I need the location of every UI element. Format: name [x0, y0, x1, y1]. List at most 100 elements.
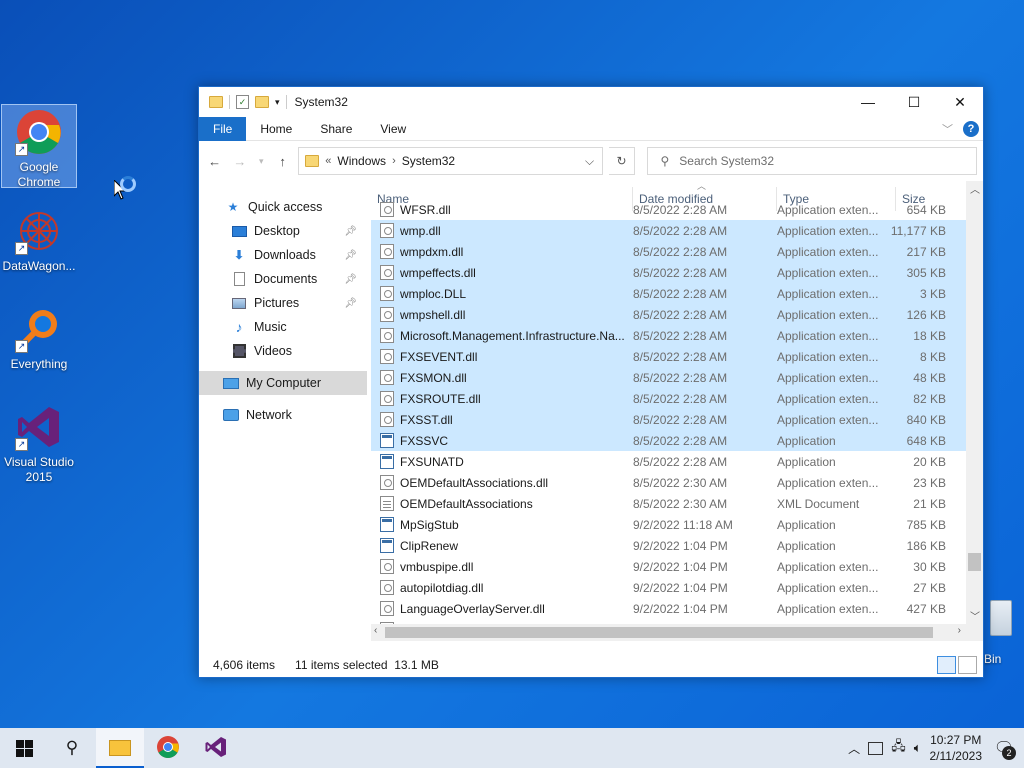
file-date: 9/2/2022 11:18 AM	[633, 517, 733, 532]
large-icons-view-button[interactable]	[958, 656, 977, 674]
chevron-down-icon[interactable]: ▾	[275, 97, 280, 108]
desktop-icon-datawagon[interactable]: ↗ DataWagon...	[1, 204, 77, 274]
nav-item-desktop[interactable]: Desktop 📌︎	[199, 219, 367, 243]
file-row[interactable]: OEMDefaultAssociations.dll 8/5/2022 2:30 …	[371, 472, 983, 493]
forward-button[interactable]: →	[230, 149, 249, 173]
nav-item-my-computer[interactable]: My Computer	[199, 371, 367, 395]
show-hidden-icons-icon[interactable]: ︿	[848, 740, 860, 757]
chevron-down-icon[interactable]: ⌵	[578, 154, 602, 169]
nav-item-quick-access[interactable]: ★ Quick access	[199, 195, 367, 219]
file-row[interactable]: vmbuspipe.dll 9/2/2022 1:04 PM Application…	[371, 556, 983, 577]
recent-locations-icon[interactable]: ▾	[255, 149, 267, 173]
download-icon: ⬇	[233, 248, 245, 262]
pin-icon[interactable]: 📌︎	[344, 226, 357, 237]
up-button[interactable]: ↑	[273, 149, 292, 173]
scrollbar-thumb[interactable]	[968, 553, 981, 571]
file-type: Application exten...	[777, 601, 879, 616]
breadcrumb-system32[interactable]: System32	[402, 154, 455, 168]
search-input[interactable]: ⚲ Search System32	[647, 147, 977, 175]
clock[interactable]: 10:27 PM 2/11/2023	[930, 732, 983, 764]
search-placeholder: Search System32	[679, 154, 774, 168]
desktop-icon-chrome[interactable]: ↗ Google Chrome	[1, 104, 77, 189]
nav-item-videos[interactable]: Videos	[199, 339, 367, 363]
file-row[interactable]: FXSST.dll 8/5/2022 2:28 AM Application ext…	[371, 409, 983, 430]
title-bar[interactable]: ✓ ▾ System32 — ☐ ✕	[199, 87, 983, 117]
file-row[interactable]: wmpdxm.dll 8/5/2022 2:28 AM Application ex…	[371, 241, 983, 262]
dll-file-icon	[380, 244, 394, 259]
notification-count: 2	[1002, 746, 1016, 760]
tab-file[interactable]: File	[199, 116, 247, 141]
scroll-up-icon[interactable]: ︿	[970, 181, 980, 196]
file-row[interactable]: FXSUNATD 8/5/2022 2:28 AM Application 20 KB	[371, 451, 983, 472]
chevron-right-icon: ›	[392, 155, 396, 167]
pin-icon[interactable]: 📌︎	[344, 250, 357, 261]
file-row[interactable]: WFSR.dll 8/5/2022 2:28 AM Application exte…	[371, 199, 983, 220]
file-row[interactable]: wmpshell.dll 8/5/2022 2:28 AM Application …	[371, 304, 983, 325]
pin-icon[interactable]: 📌︎	[344, 274, 357, 285]
file-name: FXSST.dll	[400, 412, 453, 427]
taskbar-file-explorer[interactable]	[96, 728, 144, 768]
application-file-icon	[380, 454, 394, 469]
volume-icon[interactable]: 🔈︎	[914, 740, 922, 756]
file-row[interactable]: FXSEVENT.dll 8/5/2022 2:28 AM Application …	[371, 346, 983, 367]
nav-item-network[interactable]: Network	[199, 403, 367, 427]
expand-ribbon-icon[interactable]: ﹀	[942, 121, 953, 137]
file-row[interactable]: MpSigStub 9/2/2022 11:18 AM Application 785…	[371, 514, 983, 535]
address-bar[interactable]: « Windows › System32 ⌵	[298, 147, 603, 175]
file-row[interactable]: OEMDefaultAssociations 8/5/2022 2:30 AM XM…	[371, 493, 983, 514]
breadcrumb-windows[interactable]: Windows	[337, 154, 386, 168]
taskbar-visual-studio[interactable]	[192, 728, 240, 768]
nav-item-music[interactable]: ♪ Music	[199, 315, 367, 339]
scroll-right-icon[interactable]: ›	[958, 625, 961, 636]
maximize-icon: ☐	[907, 93, 921, 110]
scroll-down-icon[interactable]: ﹀	[970, 608, 980, 623]
file-row[interactable]: FXSSVC 8/5/2022 2:28 AM Application 648 KB	[371, 430, 983, 451]
overflow-icon[interactable]: «	[325, 155, 331, 167]
tab-home[interactable]: Home	[246, 117, 306, 141]
nav-item-pictures[interactable]: Pictures 📌︎	[199, 291, 367, 315]
network-icon[interactable]: 🖧︎	[891, 737, 906, 759]
file-row[interactable]: wmploc.DLL 8/5/2022 2:28 AM Application ex…	[371, 283, 983, 304]
file-row[interactable]: autopilotdiag.dll 9/2/2022 1:04 PM Applica…	[371, 577, 983, 598]
tab-view[interactable]: View	[366, 117, 420, 141]
tab-share[interactable]: Share	[306, 117, 366, 141]
back-button[interactable]: ←	[205, 149, 224, 173]
nav-item-documents[interactable]: Documents 📌︎	[199, 267, 367, 291]
desktop-icon-visual-studio[interactable]: ↗ Visual Studio 2015	[1, 400, 77, 485]
file-row[interactable]: wmpeffects.dll 8/5/2022 2:28 AM Applicatio…	[371, 262, 983, 283]
desktop-icon-recycle-bin[interactable]: Bin	[984, 600, 1024, 666]
scroll-left-icon[interactable]: ‹	[374, 625, 377, 636]
minimize-button[interactable]: —	[845, 87, 891, 117]
nav-item-label: Quick access	[248, 200, 323, 214]
action-center-button[interactable]: 🗨︎ 2	[990, 734, 1018, 762]
file-row[interactable]: LanguageOverlayServer.dll 9/2/2022 1:04 P…	[371, 598, 983, 619]
scrollbar-thumb[interactable]	[385, 627, 933, 638]
file-row[interactable]: FXSROUTE.dll 8/5/2022 2:28 AM Application …	[371, 388, 983, 409]
refresh-button[interactable]: ↻	[608, 147, 636, 175]
file-name-cell: LanguageOverlayServer.dll	[372, 601, 627, 616]
properties-icon[interactable]: ✓	[236, 95, 249, 109]
start-button[interactable]	[0, 728, 48, 768]
nav-item-downloads[interactable]: ⬇ Downloads 📌︎	[199, 243, 367, 267]
help-icon[interactable]: ?	[963, 120, 979, 137]
details-view-button[interactable]	[937, 656, 956, 674]
security-icon[interactable]	[868, 741, 884, 755]
desktop-icon-everything[interactable]: ↗ Everything	[1, 302, 77, 372]
folder-icon	[305, 155, 320, 167]
file-row[interactable]: ClipRenew 9/2/2022 1:04 PM Application 186 …	[371, 535, 983, 556]
file-row[interactable]: FXSMON.dll 8/5/2022 2:28 AM Application ex…	[371, 367, 983, 388]
maximize-button[interactable]: ☐	[891, 87, 937, 117]
file-name: wmpdxm.dll	[400, 244, 464, 259]
folder-icon	[209, 96, 223, 108]
close-button[interactable]: ✕	[937, 87, 983, 117]
file-size: 654 KB	[906, 202, 946, 217]
search-button[interactable]: ⚲	[48, 728, 96, 768]
new-folder-icon[interactable]	[255, 96, 269, 108]
network-icon	[223, 408, 239, 422]
taskbar-chrome[interactable]	[144, 728, 192, 768]
file-row[interactable]: Microsoft.Management.Infrastructure.Na..…	[371, 325, 983, 346]
horizontal-scrollbar[interactable]: ‹ ›	[371, 624, 983, 641]
pin-icon[interactable]: 📌︎	[344, 298, 357, 309]
file-row[interactable]: wmp.dll 8/5/2022 2:28 AM Application exten…	[371, 220, 983, 241]
vertical-scrollbar[interactable]: ︿ ﹀	[966, 181, 983, 641]
